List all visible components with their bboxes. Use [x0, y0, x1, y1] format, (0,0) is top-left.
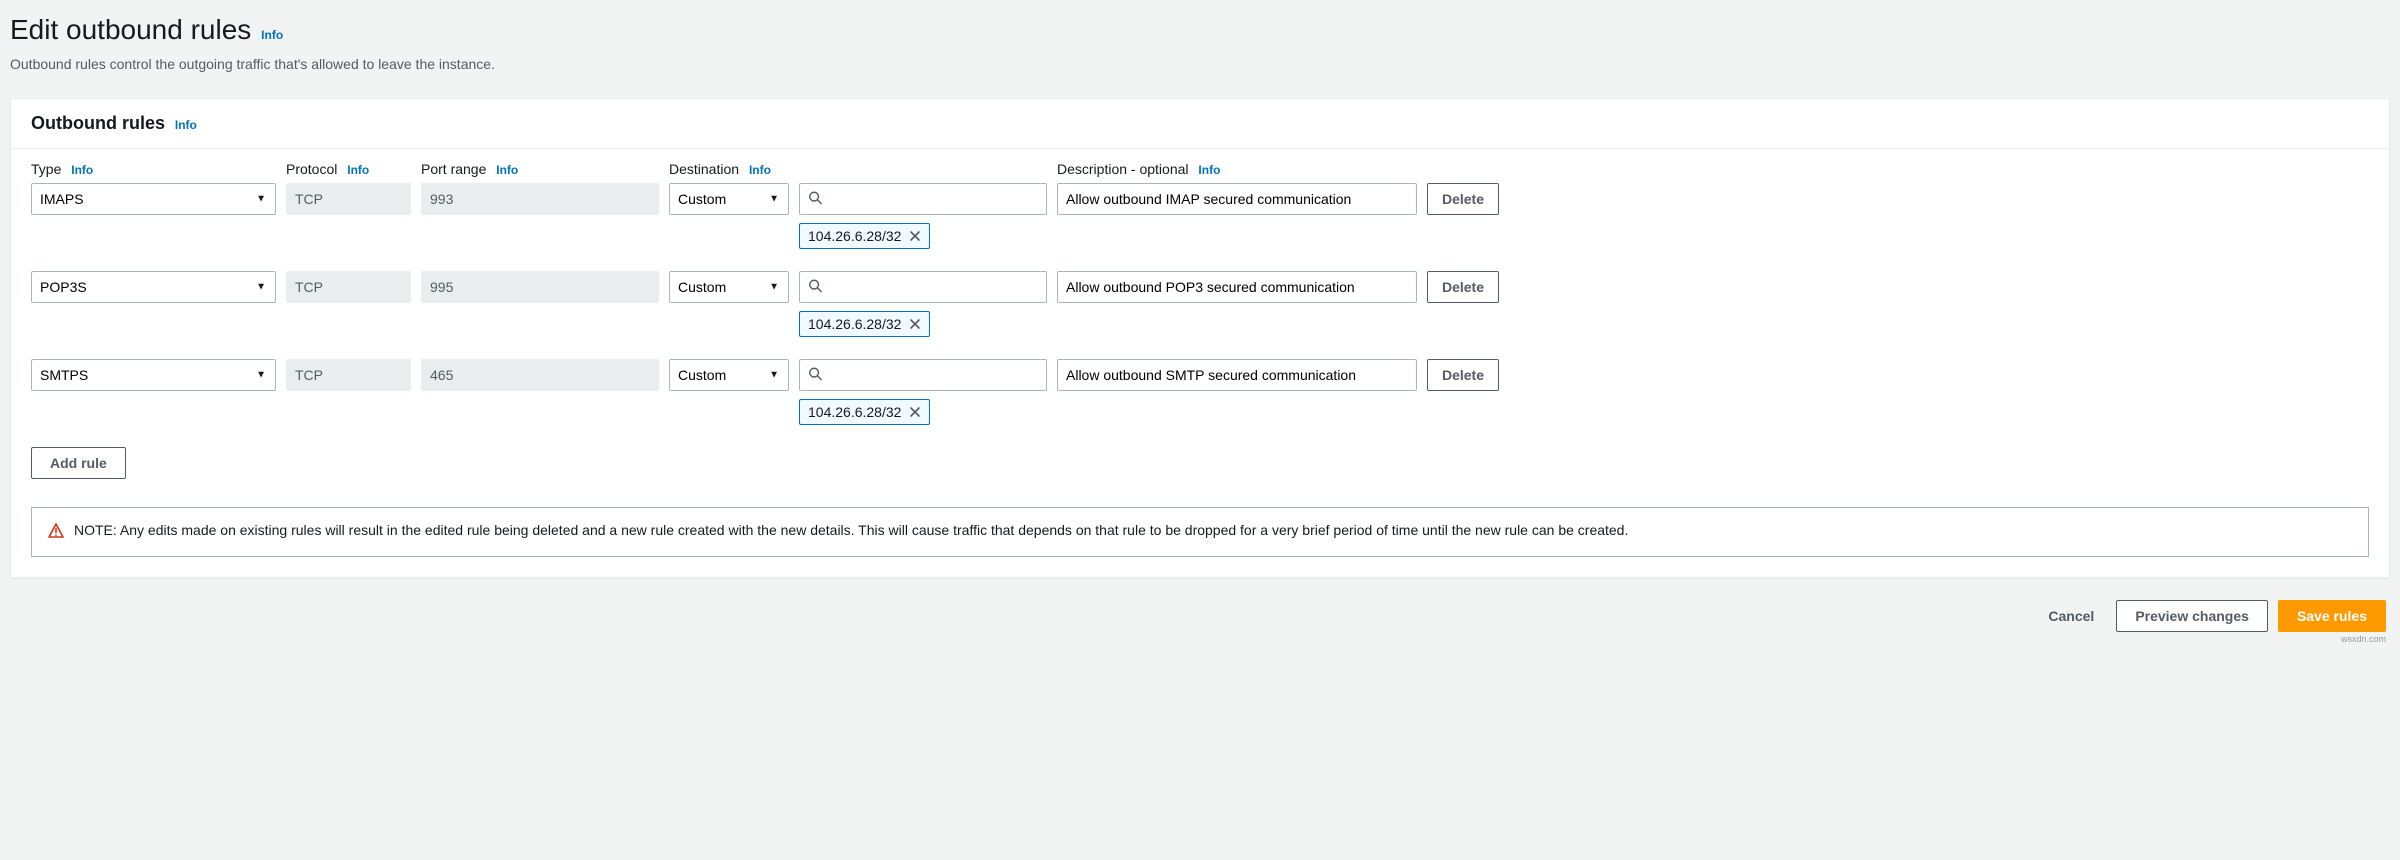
destination-type-select[interactable] [669, 359, 789, 391]
protocol-field [286, 183, 411, 215]
delete-rule-button[interactable]: Delete [1427, 359, 1499, 391]
col-port-info-link[interactable]: Info [496, 163, 518, 177]
cidr-token-label: 104.26.6.28/32 [808, 228, 901, 244]
add-rule-button[interactable]: Add rule [31, 447, 126, 479]
cidr-token: 104.26.6.28/32 [799, 311, 930, 337]
col-description-info-link[interactable]: Info [1198, 163, 1220, 177]
remove-token-button[interactable] [909, 230, 921, 242]
cidr-token: 104.26.6.28/32 [799, 223, 930, 249]
destination-type-select[interactable] [669, 271, 789, 303]
delete-rule-button[interactable]: Delete [1427, 183, 1499, 215]
save-rules-button[interactable]: Save rules [2278, 600, 2386, 632]
port-field [421, 271, 659, 303]
cancel-button[interactable]: Cancel [2036, 600, 2106, 632]
page-subtitle: Outbound rules control the outgoing traf… [10, 56, 2390, 72]
panel-info-link[interactable]: Info [175, 118, 197, 132]
protocol-field [286, 359, 411, 391]
description-input[interactable] [1057, 359, 1417, 391]
remove-token-button[interactable] [909, 406, 921, 418]
destination-search-input[interactable] [799, 183, 1047, 215]
port-field [421, 183, 659, 215]
col-protocol: Protocol Info [286, 161, 411, 177]
outbound-rules-panel: Outbound rules Info Type Info Protocol I… [10, 98, 2390, 578]
col-protocol-info-link[interactable]: Info [347, 163, 369, 177]
type-select[interactable] [31, 271, 276, 303]
description-input[interactable] [1057, 183, 1417, 215]
rule-row: ▼▼104.26.6.28/32Delete [31, 183, 2369, 249]
remove-token-button[interactable] [909, 318, 921, 330]
credit-text: wsxdn.com [10, 634, 2390, 644]
destination-type-select[interactable] [669, 183, 789, 215]
page-title: Edit outbound rules [10, 14, 251, 46]
warning-text: NOTE: Any edits made on existing rules w… [74, 522, 1628, 538]
cidr-token: 104.26.6.28/32 [799, 399, 930, 425]
col-port: Port range Info [421, 161, 659, 177]
type-select[interactable] [31, 183, 276, 215]
description-input[interactable] [1057, 271, 1417, 303]
col-type-info-link[interactable]: Info [71, 163, 93, 177]
col-type: Type Info [31, 161, 276, 177]
col-destination: Destination Info [669, 161, 789, 177]
cidr-token-label: 104.26.6.28/32 [808, 404, 901, 420]
col-description: Description - optional Info [1057, 161, 1417, 177]
warning-icon [48, 523, 64, 542]
col-destination-info-link[interactable]: Info [749, 163, 771, 177]
type-select[interactable] [31, 359, 276, 391]
preview-changes-button[interactable]: Preview changes [2116, 600, 2268, 632]
delete-rule-button[interactable]: Delete [1427, 271, 1499, 303]
cidr-token-label: 104.26.6.28/32 [808, 316, 901, 332]
destination-search-input[interactable] [799, 271, 1047, 303]
panel-title: Outbound rules [31, 113, 165, 134]
destination-search-input[interactable] [799, 359, 1047, 391]
page-title-info-link[interactable]: Info [261, 28, 283, 42]
warning-alert: NOTE: Any edits made on existing rules w… [31, 507, 2369, 557]
rule-row: ▼▼104.26.6.28/32Delete [31, 271, 2369, 337]
protocol-field [286, 271, 411, 303]
rule-row: ▼▼104.26.6.28/32Delete [31, 359, 2369, 425]
port-field [421, 359, 659, 391]
